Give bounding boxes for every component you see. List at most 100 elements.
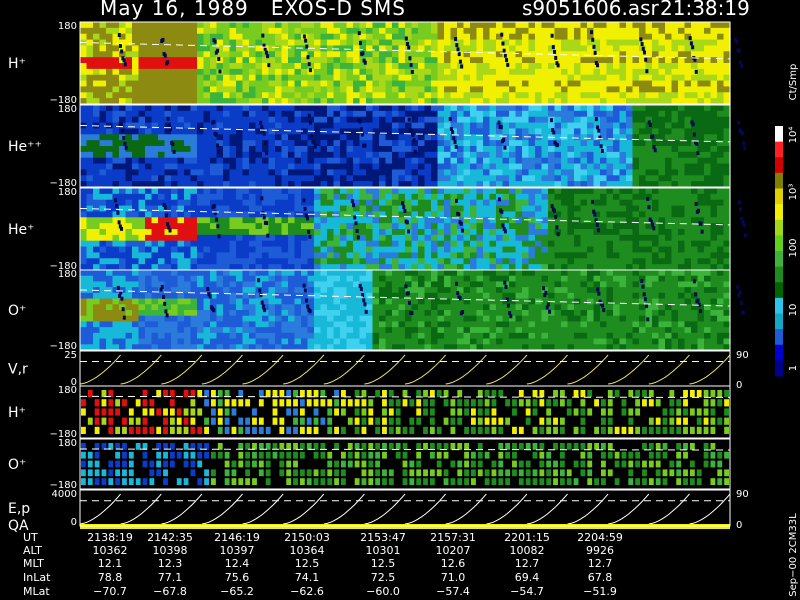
heatmap-cell	[398, 68, 406, 76]
heatmap-cell	[424, 252, 432, 259]
spike-mark	[216, 48, 220, 53]
heatmap-cell	[528, 163, 536, 171]
heatmap-cell	[255, 252, 263, 259]
heatmap-cell	[652, 199, 660, 207]
heatmap-cell	[229, 234, 237, 242]
heatmap-cell	[262, 74, 270, 82]
heatmap-cell	[535, 27, 543, 35]
heatmap-cell	[307, 188, 315, 195]
heatmap-cell	[281, 92, 289, 99]
heatmap-cell	[86, 57, 94, 64]
heatmap-cell	[184, 163, 192, 171]
heatmap-cell	[424, 74, 432, 82]
heatmap-cell	[307, 205, 315, 213]
heatmap-cell	[418, 240, 426, 248]
heatmap-cell	[613, 205, 621, 213]
heatmap-cell	[262, 68, 270, 76]
heatmap-cell	[372, 116, 380, 124]
heatmap-cell	[223, 310, 231, 317]
heatmap-cell	[470, 258, 478, 265]
heatmap-cell	[125, 287, 133, 294]
heatmap-cell	[80, 315, 88, 323]
heatmap-cell	[398, 240, 406, 248]
heatmap-cell	[281, 134, 289, 141]
heatmap-cell	[450, 258, 458, 265]
heatmap-cell	[366, 157, 374, 165]
heatmap-cell	[262, 338, 270, 345]
spike-mark	[502, 137, 506, 142]
heatmap-cell	[164, 188, 172, 195]
heatmap-cell	[502, 105, 510, 112]
heatmap-cell	[561, 122, 569, 130]
heatmap-cell	[197, 252, 205, 259]
heatmap-cell	[255, 22, 263, 29]
heatmap-cell	[236, 68, 244, 76]
heatmap-cell	[242, 321, 250, 328]
heatmap-cell	[99, 223, 107, 230]
heatmap-cell	[249, 151, 257, 159]
heatmap-cell	[528, 80, 536, 88]
heatmap-cell	[574, 169, 582, 176]
heatmap-cell	[489, 240, 497, 248]
heatmap-cell	[333, 199, 341, 207]
heatmap-cell	[613, 134, 621, 141]
heatmap-cell	[541, 252, 549, 259]
heatmap-cell	[301, 105, 309, 112]
heatmap-cell	[132, 116, 140, 124]
heatmap-cell	[652, 116, 660, 124]
spike-mark	[743, 233, 747, 238]
heatmap-cell	[151, 51, 159, 58]
heatmap-cell	[424, 205, 432, 213]
heatmap-cell	[619, 68, 627, 76]
heatmap-cell	[307, 92, 315, 99]
spike-mark	[642, 50, 646, 55]
heatmap-cell	[457, 33, 465, 41]
heatmap-cell	[340, 223, 348, 230]
heatmap-cell	[106, 304, 114, 311]
heatmap-cell	[710, 92, 718, 99]
heatmap-cell	[658, 246, 666, 254]
heatmap-cell	[223, 116, 231, 124]
heatmap-cell	[580, 240, 588, 248]
heatmap-cell	[528, 223, 536, 230]
heatmap-cell	[171, 252, 179, 259]
heatmap-cell	[132, 68, 140, 76]
heatmap-cell	[80, 128, 88, 135]
heatmap-cell	[112, 39, 120, 47]
heatmap-cell	[151, 229, 159, 236]
heatmap-cell	[249, 287, 257, 294]
spike-mark	[124, 145, 128, 150]
heatmap-cell	[606, 105, 614, 112]
heatmap-cell	[327, 140, 335, 147]
heatmap-cell	[99, 157, 107, 165]
heatmap-cell	[515, 122, 523, 130]
heatmap-cell	[132, 57, 140, 64]
heatmap-cell	[671, 110, 679, 118]
heatmap-cell	[145, 332, 153, 340]
heatmap-cell	[190, 169, 198, 176]
heatmap-cell	[190, 128, 198, 135]
heatmap-cell	[164, 281, 172, 288]
heatmap-cell	[444, 229, 452, 236]
heatmap-cell	[249, 205, 257, 213]
heatmap-cell	[262, 275, 270, 283]
heatmap-cell	[249, 33, 257, 41]
spike-mark	[699, 221, 703, 226]
spike-mark	[500, 209, 504, 214]
heatmap-cell	[138, 74, 146, 82]
heatmap-cell	[151, 292, 159, 300]
heatmap-cell	[236, 223, 244, 230]
heatmap-cell	[710, 27, 718, 35]
heatmap-cell	[626, 22, 634, 29]
heatmap-cell	[658, 63, 666, 70]
heatmap-cell	[554, 151, 562, 159]
heatmap-cell	[366, 33, 374, 41]
heatmap-cell	[502, 86, 510, 93]
heatmap-cell	[372, 205, 380, 213]
heatmap-cell	[268, 68, 276, 76]
heatmap-cell	[619, 122, 627, 130]
heatmap-cell	[671, 252, 679, 259]
heatmap-cell	[210, 281, 218, 288]
heatmap-cell	[574, 33, 582, 41]
heatmap-cell	[151, 86, 159, 93]
